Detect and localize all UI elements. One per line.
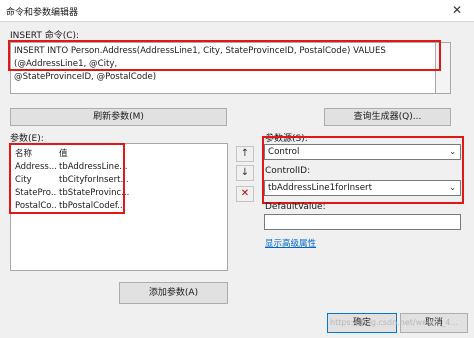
arrow-down-icon: ↓ [240, 167, 250, 178]
default-value-label: DefaultValue: [265, 202, 326, 212]
add-param-button[interactable]: 添加参数(A) [119, 282, 228, 304]
command-line-2: @StateProvinceID, @PostalCode) [14, 72, 157, 82]
window-title: 命令和参数编辑器 [6, 8, 79, 18]
arrow-up-icon: ↑ [240, 148, 250, 159]
move-up-button[interactable]: ↑ [236, 146, 254, 162]
title-bar: 命令和参数编辑器 ✕ [0, 0, 474, 22]
delete-icon: ✕ [240, 188, 250, 199]
close-button[interactable]: ✕ [440, 0, 474, 21]
delete-param-button[interactable]: ✕ [236, 186, 254, 202]
move-down-button[interactable]: ↓ [236, 165, 254, 181]
default-value-input[interactable] [264, 214, 461, 230]
watermark-text: https://blog.csdn.net/weixin_4... [330, 318, 459, 327]
highlight-command [8, 40, 441, 71]
show-advanced-link[interactable]: 显示高级属性 [265, 237, 316, 249]
refresh-params-button[interactable]: 刷新参数(M) [10, 108, 227, 126]
highlight-source [262, 136, 464, 204]
query-builder-button[interactable]: 查询生成器(Q)... [324, 108, 451, 126]
highlight-params [9, 143, 125, 214]
